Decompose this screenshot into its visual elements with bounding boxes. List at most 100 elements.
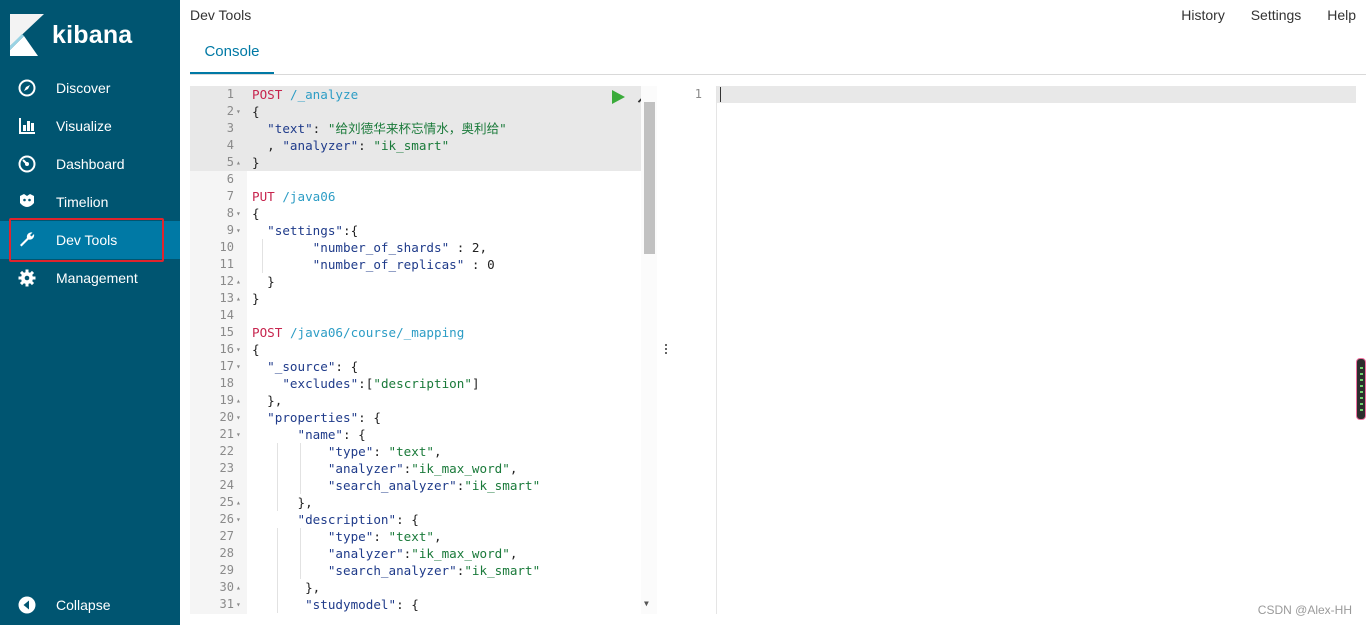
code-text: POST /java06/course/_mapping <box>252 325 465 340</box>
fold-toggle-icon[interactable]: ▾ <box>236 341 246 358</box>
editor-line[interactable]: 20 ▾ "properties": { <box>190 409 641 426</box>
line-number: 8 <box>226 206 234 220</box>
editor-line[interactable]: 10 "number_of_shards" : 2, <box>190 239 641 256</box>
sidebar-item-label: Management <box>56 270 138 286</box>
line-number: 5 <box>226 155 234 169</box>
editor-line[interactable]: 4 , "analyzer": "ik_smart" <box>190 137 641 154</box>
editor-line[interactable]: 9 ▾ "settings":{ <box>190 222 641 239</box>
sidebar-item-discover[interactable]: Discover <box>0 69 180 107</box>
editor-line[interactable]: 15 POST /java06/course/_mapping <box>190 324 641 341</box>
tab-console[interactable]: Console <box>190 38 274 74</box>
line-number: 30 <box>219 580 234 594</box>
settings-link[interactable]: Settings <box>1251 7 1302 23</box>
editor-line[interactable]: 13 ▴} <box>190 290 641 307</box>
compass-icon <box>18 79 36 97</box>
line-number: 27 <box>219 529 234 543</box>
line-number: 7 <box>226 189 234 203</box>
editor-line[interactable]: 14 <box>190 307 641 324</box>
fold-toggle-icon[interactable]: ▾ <box>236 358 246 375</box>
code-text: }, <box>252 495 313 510</box>
fold-toggle-icon[interactable]: ▴ <box>236 494 246 511</box>
side-widget[interactable] <box>1356 358 1366 420</box>
fold-toggle-icon[interactable]: ▾ <box>236 409 246 426</box>
scrollbar-thumb[interactable] <box>644 102 655 254</box>
fold-toggle-icon[interactable]: ▴ <box>236 290 246 307</box>
code-text: "description": { <box>297 512 419 527</box>
run-request-icon[interactable] <box>611 90 625 104</box>
editor-line[interactable]: 27 "type": "text", <box>190 528 641 545</box>
editor-line[interactable]: 1 POST /_analyze <box>190 86 641 103</box>
editor-line[interactable]: 8 ▾ { <box>190 205 641 222</box>
fold-toggle-icon[interactable]: ▴ <box>236 154 246 171</box>
editor-line[interactable]: 28 "analyzer":"ik_max_word", <box>190 545 641 562</box>
editor-line[interactable]: 18 "excludes":["description"] <box>190 375 641 392</box>
fold-toggle-icon[interactable]: ▾ <box>236 103 246 120</box>
text-cursor <box>720 87 721 102</box>
code-text: "search_analyzer":"ik_smart" <box>327 563 541 578</box>
response-output[interactable]: 1 <box>674 86 1356 614</box>
editor-line[interactable]: 29 "search_analyzer":"ik_smart" <box>190 562 641 579</box>
kibana-logo[interactable]: kibana <box>10 14 132 56</box>
line-number: 28 <box>219 546 234 560</box>
fold-toggle-icon[interactable]: ▾ <box>236 596 246 613</box>
editor-line[interactable]: 31 ▾ "studymodel": { <box>190 596 641 613</box>
page-title: Dev Tools <box>190 7 252 23</box>
pane-resizer[interactable] <box>659 86 673 614</box>
code-text: PUT /java06 <box>252 189 336 204</box>
code-text: "analyzer":"ik_max_word", <box>327 461 518 476</box>
request-editor[interactable]: 1 POST /_analyze 2 ▾{3 "text": "给刘德华来杯忘情水，奥… <box>190 86 657 614</box>
help-link[interactable]: Help <box>1327 7 1356 23</box>
editor-line[interactable]: 11 "number_of_replicas" : 0 <box>190 256 641 273</box>
line-number: 25 <box>219 495 234 509</box>
code-text: "studymodel": { <box>305 597 419 612</box>
scroll-down-arrow-icon[interactable]: ▼ <box>644 599 649 608</box>
fold-toggle-icon[interactable]: ▴ <box>236 273 246 290</box>
editor-line[interactable]: 17 ▾ "_source": { <box>190 358 641 375</box>
code-text: "text": "给刘德华来杯忘情水，奥利给" <box>267 121 507 136</box>
editor-line[interactable]: 22 "type": "text", <box>190 443 641 460</box>
line-number: 1 <box>226 87 234 101</box>
editor-line[interactable]: 16 ▾ { <box>190 341 641 358</box>
editor-line[interactable]: 30 ▴ }, <box>190 579 641 596</box>
editor-line[interactable]: 12 ▴ } <box>190 273 641 290</box>
editor-lines[interactable]: 1 POST /_analyze 2 ▾{3 "text": "给刘德华来杯忘情水，奥… <box>190 86 641 613</box>
editor-line[interactable]: 25 ▴ }, <box>190 494 641 511</box>
code-text: } <box>252 274 275 289</box>
fold-toggle-icon[interactable]: ▾ <box>236 426 246 443</box>
collapse-button[interactable]: Collapse <box>0 586 180 624</box>
sidebar-item-visualize[interactable]: Visualize <box>0 107 180 145</box>
history-link[interactable]: History <box>1181 7 1225 23</box>
line-number: 6 <box>226 172 234 186</box>
line-number: 20 <box>219 410 234 424</box>
line-number: 15 <box>219 325 234 339</box>
line-number: 24 <box>219 478 234 492</box>
code-text: POST /_analyze <box>252 87 359 102</box>
sidebar-item-management[interactable]: Management <box>0 259 180 297</box>
code-text: { <box>252 104 260 119</box>
fold-toggle-icon[interactable]: ▴ <box>236 392 246 409</box>
fold-toggle-icon[interactable]: ▾ <box>236 222 246 239</box>
editor-line[interactable]: 2 ▾ { <box>190 103 641 120</box>
fold-toggle-icon[interactable]: ▴ <box>236 579 246 596</box>
editor-line[interactable]: 24 "search_analyzer":"ik_smart" <box>190 477 641 494</box>
editor-line[interactable]: 21 ▾ "name": { <box>190 426 641 443</box>
line-number: 14 <box>219 308 234 322</box>
sidebar-item-timelion[interactable]: Timelion <box>0 183 180 221</box>
editor-line[interactable]: 5 ▴} <box>190 154 641 171</box>
code-text: "type": "text", <box>327 444 442 459</box>
editor-line[interactable]: 19 ▴ }, <box>190 392 641 409</box>
output-active-line <box>674 86 1356 103</box>
fold-toggle-icon[interactable]: ▾ <box>236 511 246 528</box>
fold-toggle-icon[interactable]: ▾ <box>236 205 246 222</box>
editor-scrollbar[interactable] <box>641 86 657 614</box>
editor-line[interactable]: 26 ▾ "description": { <box>190 511 641 528</box>
editor-line[interactable]: 6 <box>190 171 641 188</box>
editor-line[interactable]: 7 PUT /java06 <box>190 188 641 205</box>
code-text: "type": "text", <box>327 529 442 544</box>
sidebar-item-dashboard[interactable]: Dashboard <box>0 145 180 183</box>
editor-line[interactable]: 23 "analyzer":"ik_max_word", <box>190 460 641 477</box>
code-text: , "analyzer": "ik_smart" <box>252 138 450 153</box>
line-number: 26 <box>219 512 234 526</box>
editor-line[interactable]: 3 "text": "给刘德华来杯忘情水，奥利给" <box>190 120 641 137</box>
output-line-number: 1 <box>694 87 702 101</box>
